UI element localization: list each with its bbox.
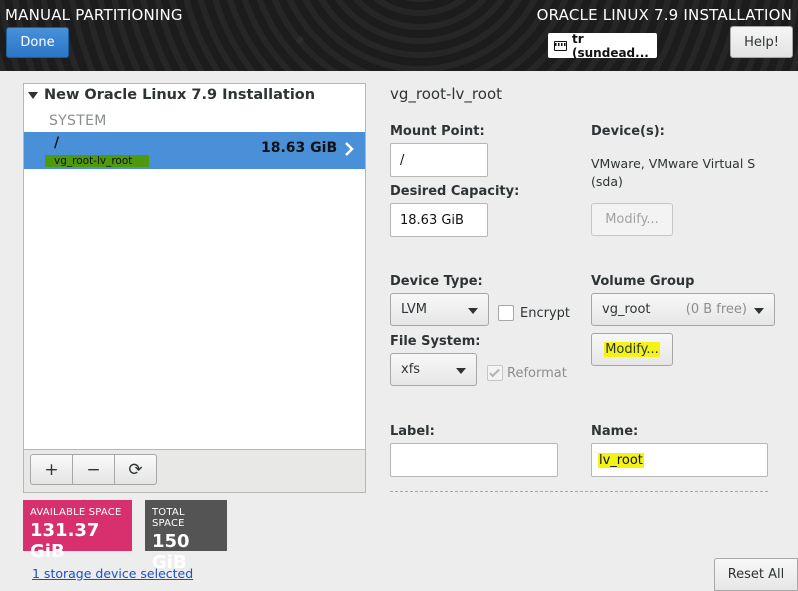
mount-point-label: Mount Point:	[390, 124, 485, 139]
encrypt-label: Encrypt	[520, 306, 570, 321]
installation-label: New Oracle Linux 7.9 Installation	[44, 87, 316, 103]
mount-point-path: /	[54, 135, 60, 151]
dropdown-arrow-icon	[456, 367, 466, 374]
storage-devices-link[interactable]: 1 storage device selected	[32, 566, 193, 581]
mount-point-row-selected[interactable]: / vg_root-lv_root 18.63 GiB	[24, 132, 365, 169]
volume-group-free: (0 B free)	[685, 302, 747, 317]
help-button[interactable]: Help!	[730, 26, 793, 58]
divider	[390, 491, 768, 492]
reset-all-button[interactable]: Reset All	[714, 558, 798, 591]
page-title: MANUAL PARTITIONING	[5, 6, 183, 24]
total-space-caption: TOTAL SPACE	[152, 507, 185, 529]
mount-point-device: vg_root-lv_root	[45, 155, 149, 167]
header-bar: MANUAL PARTITIONING ORACLE LINUX 7.9 INS…	[0, 0, 798, 71]
label-input[interactable]	[390, 443, 558, 477]
product-title: ORACLE LINUX 7.9 INSTALLATION	[536, 6, 792, 24]
file-system-dropdown[interactable]: xfs	[390, 353, 477, 386]
mount-point-size: 18.63 GiB	[261, 140, 338, 156]
desired-capacity-input[interactable]: 18.63 GiB	[390, 203, 488, 237]
keyboard-icon	[554, 40, 568, 51]
expander-triangle-icon	[28, 91, 38, 99]
done-button[interactable]: Done	[6, 27, 69, 58]
reformat-label: Reformat	[507, 366, 567, 381]
mount-point-tree-panel: New Oracle Linux 7.9 Installation SYSTEM…	[23, 83, 366, 493]
device-type-label: Device Type:	[390, 274, 483, 289]
remove-mount-point-button[interactable]: −	[72, 454, 115, 485]
name-field-label: Name:	[591, 424, 639, 439]
mount-point-input-value: /	[400, 152, 405, 168]
installation-expander[interactable]: New Oracle Linux 7.9 Installation	[28, 87, 315, 103]
keyboard-layout-indicator[interactable]: tr (sundead...	[548, 31, 657, 60]
devices-modify-button[interactable]: Modify...	[591, 203, 673, 236]
name-input[interactable]: lv_root	[591, 443, 768, 477]
mount-point-input[interactable]: /	[390, 143, 488, 177]
volume-group-label: Volume Group	[591, 274, 695, 289]
devices-label: Device(s):	[591, 124, 665, 139]
keyboard-layout-label: tr (sundead...	[572, 31, 649, 60]
desired-capacity-input-value: 18.63 GiB	[400, 212, 464, 228]
available-space-caption: AVAILABLE SPACE	[30, 507, 122, 518]
available-space-box: AVAILABLE SPACE 131.37 GiB	[23, 500, 132, 562]
volume-group-value: vg_root	[602, 302, 651, 317]
dropdown-arrow-icon	[754, 307, 764, 314]
devices-value: VMware, VMware Virtual S (sda)	[591, 156, 756, 189]
dropdown-arrow-icon	[468, 307, 478, 314]
tree-toolbar: + − ⟳	[24, 449, 365, 492]
name-input-value: lv_root	[598, 452, 644, 468]
device-type-dropdown[interactable]: LVM	[390, 293, 489, 326]
device-type-value: LVM	[401, 302, 427, 317]
available-space-value: 131.37 GiB	[30, 520, 100, 562]
file-system-value: xfs	[401, 362, 421, 377]
file-system-label: File System:	[390, 334, 481, 349]
volume-group-modify-label: Modify...	[604, 342, 660, 357]
plus-icon: +	[44, 459, 59, 480]
desired-capacity-label: Desired Capacity:	[390, 184, 520, 199]
checkmark-icon	[489, 366, 500, 378]
refresh-button[interactable]: ⟳	[114, 454, 157, 485]
encrypt-checkbox[interactable]	[498, 305, 514, 321]
volume-group-modify-button[interactable]: Modify...	[591, 333, 673, 366]
minus-icon: −	[86, 459, 101, 480]
system-group-label: SYSTEM	[49, 113, 107, 129]
label-field-label: Label:	[390, 424, 435, 439]
chevron-right-icon	[345, 142, 354, 156]
reformat-checkbox[interactable]	[487, 365, 503, 381]
detail-title: vg_root-lv_root	[390, 85, 503, 103]
add-mount-point-button[interactable]: +	[30, 454, 73, 485]
total-space-box: TOTAL SPACE 150 GiB	[145, 500, 227, 573]
volume-group-dropdown[interactable]: vg_root (0 B free)	[591, 293, 775, 326]
refresh-icon: ⟳	[128, 459, 143, 480]
